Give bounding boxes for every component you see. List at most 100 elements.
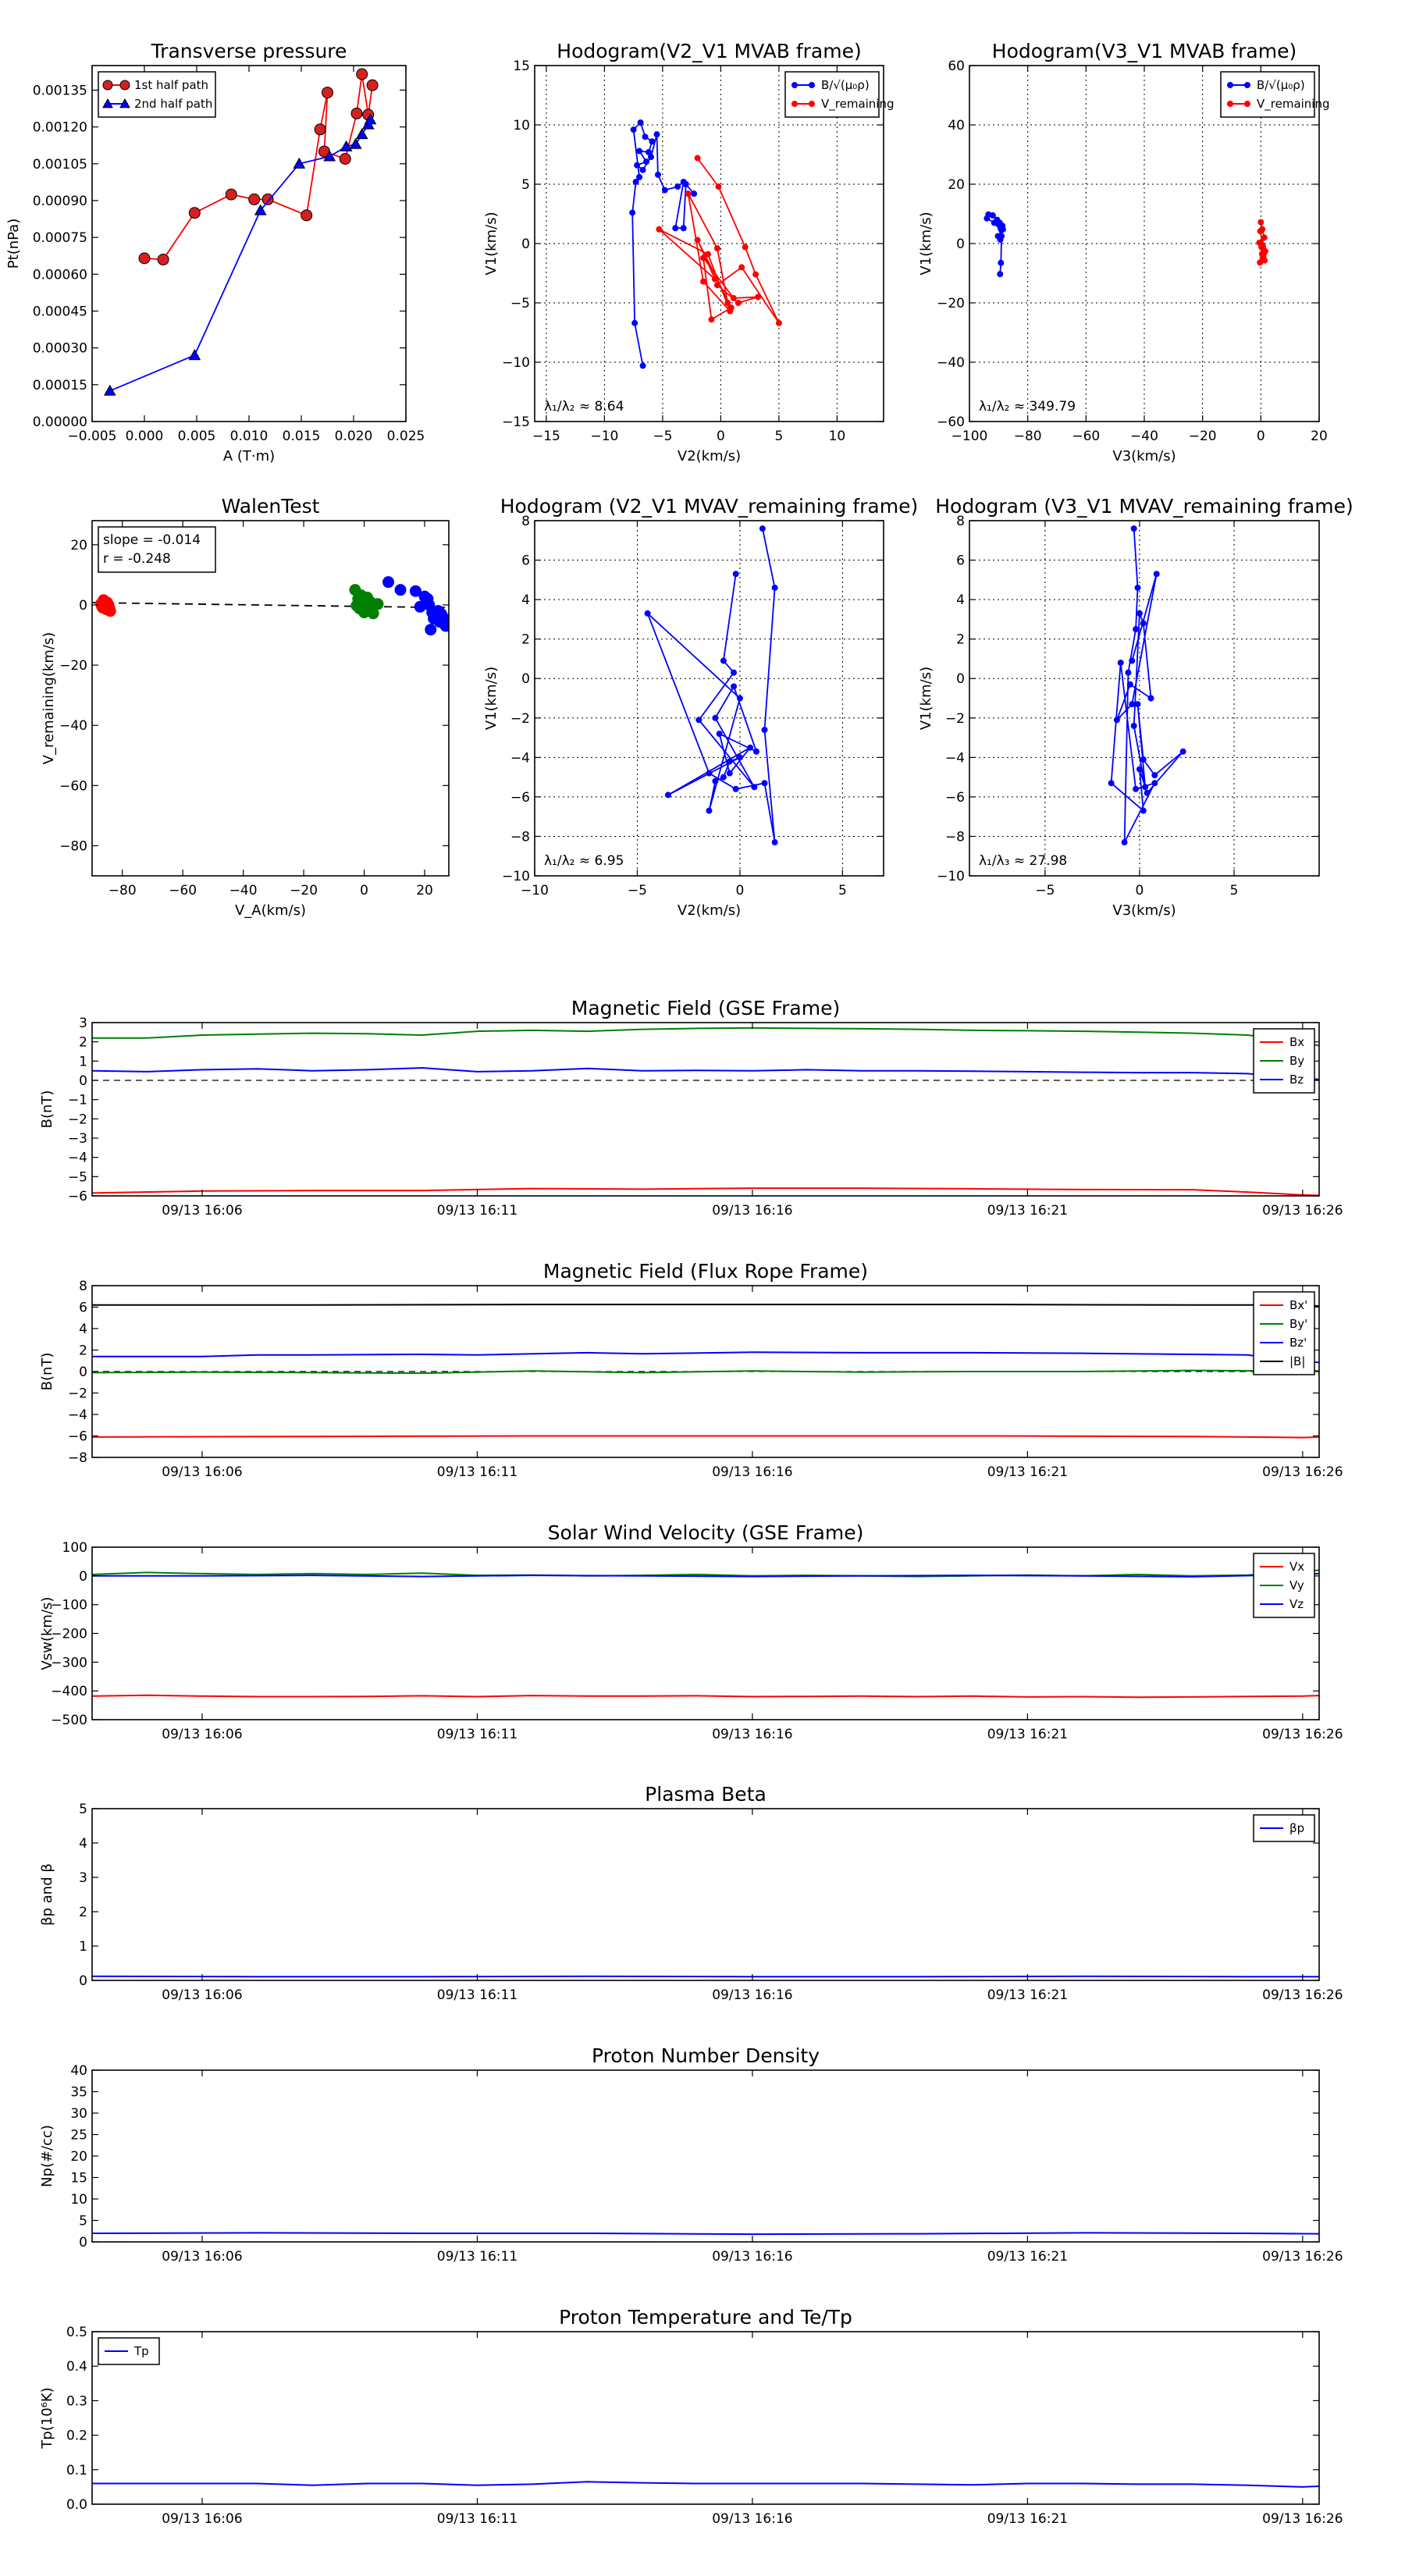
y-axis-label: Tp(10⁶K) xyxy=(39,2387,55,2449)
data-point-0 xyxy=(639,362,646,369)
data-point-0 xyxy=(736,695,743,702)
series-line-0 xyxy=(92,1435,1319,1439)
data-point-0 xyxy=(751,784,758,791)
data-point-1 xyxy=(738,264,745,271)
x-tick-label: 09/13 16:11 xyxy=(437,1987,518,2003)
data-point-0 xyxy=(1140,620,1147,627)
chart-title: Proton Number Density xyxy=(592,2044,820,2067)
y-tick-label: −6 xyxy=(510,790,530,806)
x-tick-label: 09/13 16:26 xyxy=(1262,1464,1343,1480)
series-line-3 xyxy=(92,1304,1319,1308)
data-point-1 xyxy=(685,190,692,197)
x-tick-label: −5 xyxy=(1035,883,1055,898)
data-point-0 xyxy=(998,225,1005,232)
y-axis-label: V1(km/s) xyxy=(483,667,500,730)
axes-frame xyxy=(91,1546,1320,1720)
y-tick-label: −6 xyxy=(945,790,965,806)
data-point-1 xyxy=(350,600,363,612)
y-tick-label: −10 xyxy=(502,869,530,884)
data-point-1 xyxy=(708,316,715,323)
plot-area xyxy=(92,1569,1319,1699)
y-tick-label: −8 xyxy=(68,1450,87,1466)
y-tick-label: 0 xyxy=(79,1569,87,1585)
data-point-1 xyxy=(361,591,373,603)
chart-title: Plasma Beta xyxy=(645,1783,767,1806)
data-point-0 xyxy=(636,148,643,155)
y-tick-label: −2 xyxy=(68,1386,87,1402)
x-tick-label: 09/13 16:06 xyxy=(162,1987,242,2003)
x-tick-label: 0.010 xyxy=(230,429,269,444)
x-tick-label: 09/13 16:26 xyxy=(1262,1987,1343,2003)
series-line-0 xyxy=(92,2481,1319,2488)
chart-title: Hodogram (V2_V1 MVAV_remaining frame) xyxy=(500,495,919,518)
y-tick-label: −3 xyxy=(68,1131,87,1147)
stats-text: slope = -0.014 xyxy=(103,532,201,548)
x-tick-label: 0.020 xyxy=(335,429,373,444)
y-tick-label: 0 xyxy=(956,237,965,252)
data-point-1 xyxy=(735,300,742,306)
y-tick-label: 0.0 xyxy=(66,2497,87,2513)
chart-title: Magnetic Field (Flux Rope Frame) xyxy=(543,1260,868,1283)
y-tick-label: 0 xyxy=(521,237,530,252)
y-tick-label: 2 xyxy=(79,1035,87,1051)
axes-frame xyxy=(91,2069,1320,2243)
data-point-1 xyxy=(742,244,749,251)
legend-label: Bx' xyxy=(1289,1298,1307,1312)
x-tick-label: −15 xyxy=(532,429,560,444)
y-tick-label: 4 xyxy=(956,592,965,608)
data-point-0 xyxy=(1125,669,1132,676)
x-tick-label: 09/13 16:26 xyxy=(1262,2511,1343,2527)
plot-area xyxy=(644,525,778,846)
proton-number-density: 09/13 16:06 09/13 16:11 09/13 16:16 09/13 1… xyxy=(39,2044,1343,2265)
data-point-2 xyxy=(394,584,407,596)
y-tick-label: −40 xyxy=(59,718,87,734)
data-point-0 xyxy=(644,610,651,617)
y-tick-label: 1 xyxy=(79,1939,87,1955)
transverse-pressure: −0.005 0.000 0.005 0.010 0.015 0.020 0.025 0.00… xyxy=(5,40,425,464)
y-tick-label: −300 xyxy=(51,1655,87,1670)
x-tick-label: 0 xyxy=(1257,429,1265,444)
y-axis-label: B(nT) xyxy=(39,1353,55,1391)
data-point-0 xyxy=(649,138,656,145)
x-tick-label: −5 xyxy=(628,883,647,898)
y-tick-label: −10 xyxy=(502,355,530,371)
data-point-1 xyxy=(188,349,201,361)
x-axis-label: V3(km/s) xyxy=(1112,902,1176,919)
data-point-0 xyxy=(759,525,766,532)
data-point-0 xyxy=(95,600,108,612)
y-axis-label: Vsw(km/s) xyxy=(39,1597,55,1670)
data-point-1 xyxy=(367,607,379,620)
x-tick-label: −20 xyxy=(1189,429,1217,444)
legend-label: Bz' xyxy=(1289,1336,1307,1350)
y-tick-label: 20 xyxy=(70,538,87,553)
ratio-annotation: λ₁/λ₂ ≈ 349.79 xyxy=(979,399,1076,415)
y-tick-label: 0 xyxy=(956,671,965,687)
x-tick-label: −100 xyxy=(951,429,988,444)
data-point-0 xyxy=(1134,701,1141,708)
data-point-0 xyxy=(732,785,739,792)
plot-area xyxy=(92,1026,1319,1196)
data-point-0 xyxy=(1129,657,1136,664)
y-tick-label: −4 xyxy=(68,1151,87,1166)
y-tick-label: 0.00135 xyxy=(33,83,87,98)
plot-area xyxy=(92,1304,1319,1439)
data-point-0 xyxy=(1130,722,1137,729)
y-tick-label: 2 xyxy=(79,1343,87,1359)
y-tick-label: 4 xyxy=(79,1322,87,1337)
x-tick-label: 0.015 xyxy=(283,429,321,444)
data-point-0 xyxy=(225,188,237,201)
hodogram-v2-v1-mvav: −10 −5 0 5−10−8−6−4−202468Hodogram (V2_V1 M… xyxy=(483,495,918,919)
series-line-1 xyxy=(658,158,780,324)
series-line-2 xyxy=(92,1351,1319,1364)
x-tick-label: 09/13 16:11 xyxy=(437,1203,518,1219)
data-point-0 xyxy=(643,158,650,165)
legend-marker xyxy=(809,82,815,88)
data-point-0 xyxy=(157,253,169,265)
y-axis-label: V_remaining(km/s) xyxy=(41,632,57,765)
data-point-0 xyxy=(716,731,723,737)
y-tick-label: 0 xyxy=(79,1073,87,1089)
y-tick-label: 0 xyxy=(79,2235,87,2250)
data-point-0 xyxy=(248,193,261,205)
y-tick-label: 0.00060 xyxy=(33,267,87,283)
y-tick-label: 20 xyxy=(70,2149,87,2165)
